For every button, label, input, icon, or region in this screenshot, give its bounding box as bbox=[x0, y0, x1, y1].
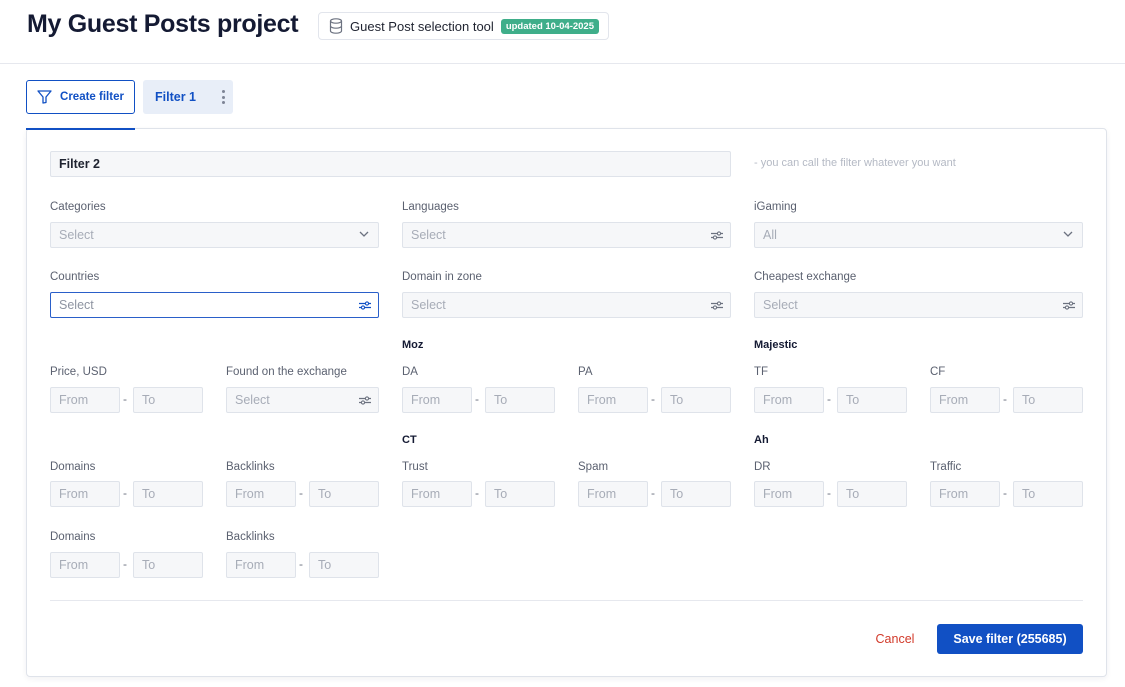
igaming-label: iGaming bbox=[754, 201, 797, 213]
traffic-to-input[interactable]: To bbox=[1013, 481, 1083, 507]
trust-from-input[interactable]: From bbox=[402, 481, 472, 507]
backlinks-from-input[interactable]: From bbox=[226, 481, 296, 507]
ct-title: CT bbox=[402, 434, 417, 446]
tf-from-input[interactable]: From bbox=[754, 387, 824, 413]
sliders-icon bbox=[359, 396, 371, 405]
filter-name-input[interactable]: Filter 2 bbox=[50, 151, 731, 177]
range-dash: - bbox=[299, 486, 303, 500]
igaming-select[interactable]: All bbox=[754, 222, 1083, 248]
save-filter-button[interactable]: Save filter (255685) bbox=[937, 624, 1083, 654]
page-title: My Guest Posts project bbox=[27, 10, 299, 38]
sliders-icon bbox=[711, 231, 723, 240]
domain-zone-select[interactable]: Select bbox=[402, 292, 731, 318]
range-dash: - bbox=[475, 392, 479, 406]
backlinks-label: Backlinks bbox=[226, 461, 275, 473]
range-dash: - bbox=[299, 557, 303, 571]
database-icon bbox=[329, 18, 343, 34]
price-to-input[interactable]: To bbox=[133, 387, 203, 413]
domains-label: Domains bbox=[50, 461, 96, 473]
kebab-icon[interactable] bbox=[221, 90, 225, 104]
languages-select[interactable]: Select bbox=[402, 222, 731, 248]
range-dash: - bbox=[827, 392, 831, 406]
updated-badge: updated 10-04-2025 bbox=[500, 18, 599, 34]
countries-select[interactable]: Select bbox=[50, 292, 379, 318]
backlinks-label-2: Backlinks bbox=[226, 531, 275, 543]
moz-title: Moz bbox=[402, 339, 424, 351]
range-dash: - bbox=[651, 486, 655, 500]
range-dash: - bbox=[651, 392, 655, 406]
tab-filter-1[interactable]: Filter 1 bbox=[143, 80, 233, 114]
tf-label: TF bbox=[754, 366, 769, 378]
majestic-title: Majestic bbox=[754, 339, 798, 351]
range-dash: - bbox=[1003, 392, 1007, 406]
trust-label: Trust bbox=[402, 461, 428, 473]
domain-zone-label: Domain in zone bbox=[402, 271, 482, 283]
domains-label-2: Domains bbox=[50, 531, 96, 543]
range-dash: - bbox=[1003, 486, 1007, 500]
cf-to-input[interactable]: To bbox=[1013, 387, 1083, 413]
da-label: DA bbox=[402, 366, 418, 378]
range-dash: - bbox=[475, 486, 479, 500]
dr-from-input[interactable]: From bbox=[754, 481, 824, 507]
range-dash: - bbox=[123, 392, 127, 406]
chevron-down-icon bbox=[359, 231, 369, 237]
spam-to-input[interactable]: To bbox=[661, 481, 731, 507]
domains-from-input[interactable]: From bbox=[50, 481, 120, 507]
traffic-label: Traffic bbox=[930, 461, 962, 473]
range-dash: - bbox=[123, 557, 127, 571]
traffic-from-input[interactable]: From bbox=[930, 481, 1000, 507]
filter-tabs: Create filter Filter 1 bbox=[26, 80, 233, 114]
pa-to-input[interactable]: To bbox=[661, 387, 731, 413]
tool-label: Guest Post selection tool bbox=[350, 18, 494, 34]
tool-chip[interactable]: Guest Post selection tool updated 10-04-… bbox=[318, 12, 609, 40]
countries-label: Countries bbox=[50, 271, 100, 283]
domains-to-input[interactable]: To bbox=[133, 481, 203, 507]
dr-to-input[interactable]: To bbox=[837, 481, 907, 507]
dr-label: DR bbox=[754, 461, 771, 473]
cancel-button[interactable]: Cancel bbox=[864, 625, 926, 653]
cf-from-input[interactable]: From bbox=[930, 387, 1000, 413]
trust-to-input[interactable]: To bbox=[485, 481, 555, 507]
cf-label: CF bbox=[930, 366, 946, 378]
sliders-icon bbox=[359, 301, 371, 310]
sliders-icon bbox=[1063, 301, 1075, 310]
chevron-down-icon bbox=[1063, 231, 1073, 237]
da-to-input[interactable]: To bbox=[485, 387, 555, 413]
ah-title: Ah bbox=[754, 434, 769, 446]
pa-label: PA bbox=[578, 366, 593, 378]
panel-divider bbox=[50, 600, 1083, 601]
found-exchange-select[interactable]: Select bbox=[226, 387, 379, 413]
page-header: My Guest Posts project Guest Post select… bbox=[0, 0, 1125, 64]
categories-label: Categories bbox=[50, 201, 106, 213]
tab-filter-1-label: Filter 1 bbox=[155, 90, 196, 104]
backlinks-2-from-input[interactable]: From bbox=[226, 552, 296, 578]
backlinks-to-input[interactable]: To bbox=[309, 481, 379, 507]
spam-label: Spam bbox=[578, 461, 609, 473]
pa-from-input[interactable]: From bbox=[578, 387, 648, 413]
cheapest-exchange-select[interactable]: Select bbox=[754, 292, 1083, 318]
price-label: Price, USD bbox=[50, 366, 107, 378]
range-dash: - bbox=[827, 486, 831, 500]
price-from-input[interactable]: From bbox=[50, 387, 120, 413]
range-dash: - bbox=[123, 486, 127, 500]
active-tab-indicator bbox=[26, 128, 135, 130]
cheapest-exchange-label: Cheapest exchange bbox=[754, 271, 857, 283]
backlinks-2-to-input[interactable]: To bbox=[309, 552, 379, 578]
categories-select[interactable]: Select bbox=[50, 222, 379, 248]
create-filter-label: Create filter bbox=[60, 91, 124, 103]
spam-from-input[interactable]: From bbox=[578, 481, 648, 507]
da-from-input[interactable]: From bbox=[402, 387, 472, 413]
create-filter-button[interactable]: Create filter bbox=[26, 80, 135, 114]
found-exchange-label: Found on the exchange bbox=[226, 366, 347, 378]
domains-2-to-input[interactable]: To bbox=[133, 552, 203, 578]
sliders-icon bbox=[711, 301, 723, 310]
funnel-icon bbox=[37, 90, 52, 104]
languages-label: Languages bbox=[402, 201, 459, 213]
domains-2-from-input[interactable]: From bbox=[50, 552, 120, 578]
tf-to-input[interactable]: To bbox=[837, 387, 907, 413]
filter-name-hint: - you can call the filter whatever you w… bbox=[754, 157, 956, 169]
